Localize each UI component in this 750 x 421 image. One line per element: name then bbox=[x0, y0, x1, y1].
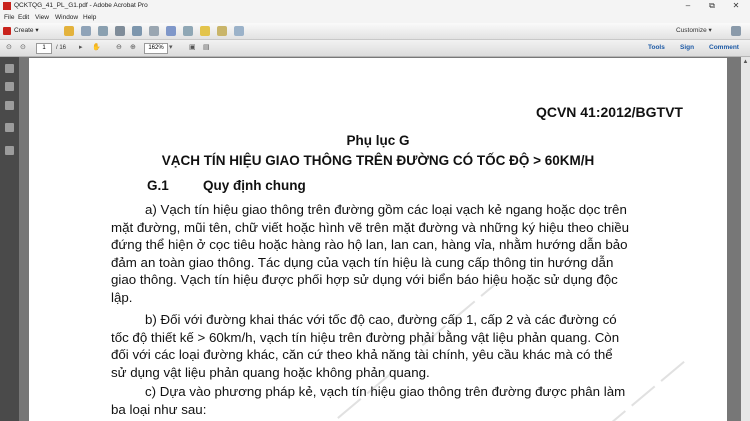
menu-bar: File Edit View Window Help bbox=[0, 12, 750, 23]
close-button[interactable]: ✕ bbox=[724, 0, 748, 12]
zoom-in-icon[interactable]: ⊕ bbox=[130, 44, 136, 52]
create-icon bbox=[3, 27, 11, 35]
page-number-field[interactable]: 1 bbox=[36, 43, 52, 54]
fit-page-icon[interactable]: ▣ bbox=[189, 44, 196, 52]
menu-view[interactable]: View bbox=[35, 14, 49, 22]
page-count: / 16 bbox=[56, 45, 67, 51]
paragraph-c: c) Dựa vào phương pháp kẻ, vạch tín hiệu… bbox=[111, 383, 701, 418]
tools-tab[interactable]: Tools bbox=[648, 44, 665, 52]
paragraph-line: lập. bbox=[111, 289, 133, 305]
zoom-dropdown-icon[interactable]: ▾ bbox=[169, 44, 173, 52]
section-title: Quy định chung bbox=[203, 178, 306, 193]
next-page-icon[interactable]: ⊙ bbox=[20, 44, 26, 52]
comment-tab[interactable]: Comment bbox=[709, 44, 739, 52]
paragraph-line: đối với các loại đường khác, căn cứ theo… bbox=[111, 347, 613, 363]
print-icon[interactable] bbox=[115, 26, 125, 36]
comment-icon[interactable] bbox=[200, 26, 210, 36]
window-title: QCKTQG_41_PL_G1.pdf - Adobe Acrobat Pro bbox=[14, 2, 148, 9]
expand-icon[interactable] bbox=[731, 26, 741, 36]
save-icon[interactable] bbox=[81, 26, 91, 36]
title-bar: QCKTQG_41_PL_G1.pdf - Adobe Acrobat Pro … bbox=[0, 0, 750, 12]
edit-document-icon[interactable] bbox=[149, 26, 159, 36]
paragraph-line: đứng thể hiện ở cọc tiêu hoặc hàng rào h… bbox=[111, 237, 628, 253]
previous-page-icon[interactable]: ⊙ bbox=[6, 44, 12, 52]
navigation-toolbar: ⊙ ⊙ 1 / 16 ▸ ✋ ⊖ ⊕ 162% ▾ ▣ ▤ Tools Sign… bbox=[0, 40, 750, 57]
create-button[interactable]: Create ▾ bbox=[3, 26, 39, 36]
select-cursor-icon[interactable]: ▸ bbox=[79, 44, 83, 52]
menu-help[interactable]: Help bbox=[83, 14, 96, 22]
vertical-scrollbar[interactable]: ▲ bbox=[741, 57, 750, 421]
paragraph-line: c) Dựa vào phương pháp kẻ, vạch tín hiệu… bbox=[145, 384, 626, 399]
paragraph-line: sử dụng vật liệu phản quang hoặc không p… bbox=[111, 364, 430, 380]
menu-edit[interactable]: Edit bbox=[18, 14, 29, 22]
menu-window[interactable]: Window bbox=[55, 14, 78, 22]
paragraph-line: tốc độ thiết kế > 60km/h, vạch tín hiệu … bbox=[111, 329, 620, 345]
acrobat-app-icon bbox=[3, 2, 11, 10]
appendix-title: Phụ lục G bbox=[346, 133, 410, 148]
page-thumbnails-icon[interactable] bbox=[5, 64, 14, 73]
settings-icon[interactable] bbox=[183, 26, 193, 36]
email-icon[interactable] bbox=[132, 26, 142, 36]
paragraph-b: b) Đối với đường khai thác với tốc độ ca… bbox=[111, 311, 701, 381]
menu-file[interactable]: File bbox=[4, 14, 14, 22]
sign-pen-icon[interactable] bbox=[166, 26, 176, 36]
attachments-icon[interactable] bbox=[5, 101, 14, 110]
zoom-level-field[interactable]: 162% bbox=[144, 43, 168, 54]
stamp-icon[interactable] bbox=[217, 26, 227, 36]
paragraph-line: đảm an toàn giao thông. Tác dụng của vạc… bbox=[111, 254, 614, 270]
paragraph-line: ba loại như sau: bbox=[111, 401, 207, 417]
paragraph-line: b) Đối với đường khai thác với tốc độ ca… bbox=[145, 312, 617, 327]
paragraph-line: a) Vạch tín hiệu giao thông trên đường g… bbox=[145, 202, 627, 217]
navigation-pane bbox=[0, 57, 19, 421]
create-label: Create bbox=[14, 27, 34, 34]
cloud-icon[interactable] bbox=[98, 26, 108, 36]
paragraph-a: a) Vạch tín hiệu giao thông trên đường g… bbox=[111, 201, 701, 307]
fit-width-icon[interactable]: ▤ bbox=[203, 44, 210, 52]
pdf-page: QCVN 41:2012/BGTVT Phụ lục G VẠCH TÍN HI… bbox=[29, 58, 727, 421]
standard-code: QCVN 41:2012/BGTVT bbox=[535, 104, 683, 120]
scroll-up-arrow-icon[interactable]: ▲ bbox=[741, 59, 750, 66]
open-folder-icon[interactable] bbox=[64, 26, 74, 36]
section-number: G.1 bbox=[147, 178, 169, 193]
main-toolbar: Create ▾ Customize ▾ bbox=[0, 23, 750, 40]
paragraph-line: giao thông. Vạch tín hiệu được phối hợp … bbox=[111, 272, 618, 288]
restore-button[interactable]: ⧉ bbox=[700, 0, 724, 12]
hand-tool-icon[interactable]: ✋ bbox=[92, 44, 101, 52]
minimize-button[interactable]: – bbox=[676, 0, 700, 12]
document-heading: VẠCH TÍN HIỆU GIAO THÔNG TRÊN ĐƯỜNG CÓ T… bbox=[161, 153, 595, 168]
layers-icon[interactable] bbox=[5, 123, 14, 132]
sign-tab[interactable]: Sign bbox=[680, 44, 694, 52]
customize-label: Customize bbox=[676, 27, 707, 34]
section-heading: G.1 Quy định chung bbox=[147, 178, 306, 193]
bookmarks-icon[interactable] bbox=[5, 82, 14, 91]
share-icon[interactable] bbox=[234, 26, 244, 36]
customize-button[interactable]: Customize ▾ bbox=[676, 27, 712, 35]
paragraph-line: mặt đường, mũi tên, chữ viết hoặc hình v… bbox=[111, 219, 629, 235]
zoom-out-icon[interactable]: ⊖ bbox=[116, 44, 122, 52]
signatures-icon[interactable] bbox=[5, 146, 14, 155]
